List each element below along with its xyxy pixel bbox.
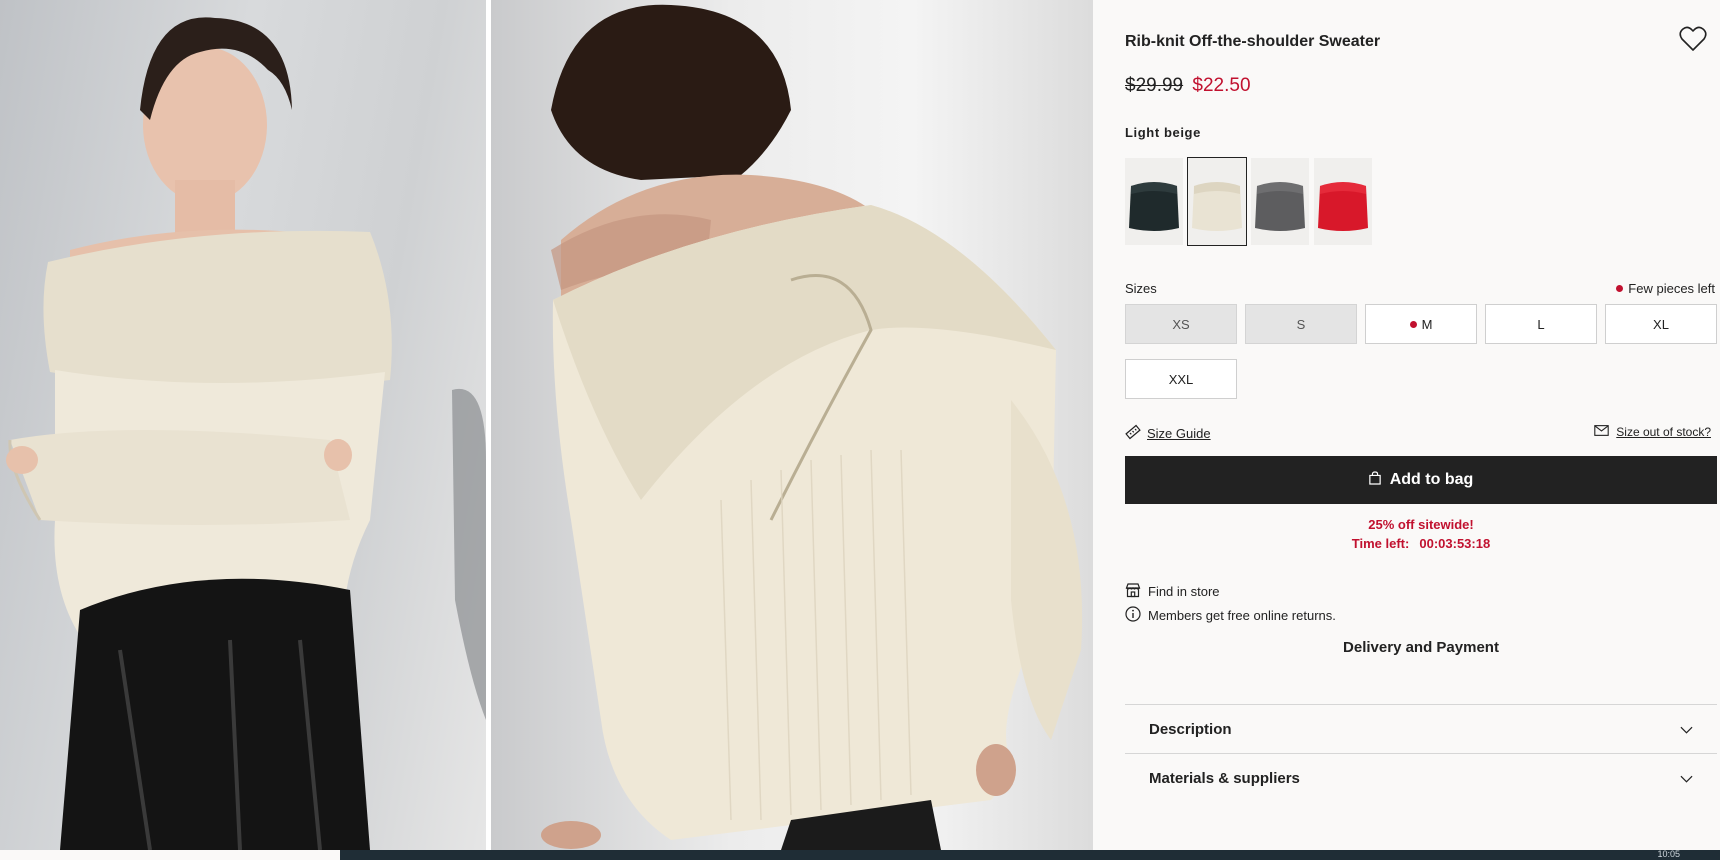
sizes-label: Sizes	[1125, 281, 1157, 296]
size-label: XL	[1653, 316, 1669, 332]
add-to-bag-label: Add to bag	[1389, 471, 1474, 488]
size-out-of-stock-label: Size out of stock?	[1616, 425, 1711, 439]
size-label: M	[1421, 316, 1433, 332]
chevron-down-icon	[1680, 721, 1693, 738]
size-option-l[interactable]: L	[1485, 304, 1597, 344]
add-to-bag-button[interactable]: Add to bag	[1125, 456, 1717, 504]
swatch-light-beige[interactable]	[1187, 157, 1247, 246]
size-option-xxl[interactable]: XXL	[1125, 359, 1237, 399]
size-option-xs[interactable]: XS	[1125, 304, 1237, 344]
swatch-black[interactable]	[1125, 158, 1183, 245]
shopping-bag-icon	[1368, 470, 1381, 490]
heart-icon[interactable]	[1679, 26, 1707, 52]
selected-color-label: Light beige	[1125, 125, 1201, 140]
ruler-icon	[1125, 424, 1141, 443]
size-label: XXL	[1168, 371, 1194, 387]
envelope-icon	[1594, 425, 1610, 439]
size-guide-link[interactable]: Size Guide	[1125, 424, 1211, 443]
size-label: L	[1537, 316, 1545, 332]
original-price: $29.99	[1125, 75, 1184, 96]
size-label: S	[1296, 316, 1306, 332]
accordion-title: Materials & suppliers	[1149, 769, 1300, 787]
product-panel: Rib-knit Off-the-shoulder Sweater $29.99…	[1125, 0, 1717, 850]
countdown-value: 00:03:53:18	[1419, 536, 1491, 551]
size-guide-label: Size Guide	[1147, 426, 1211, 441]
low-stock-dot	[1616, 285, 1624, 292]
stock-note-text: Few pieces left	[1628, 281, 1715, 296]
countdown-label: Time left:	[1351, 536, 1410, 551]
description-accordion[interactable]: Description	[1125, 704, 1717, 753]
returns-note-text: Members get free online returns.	[1148, 608, 1336, 623]
color-swatches	[1125, 157, 1372, 246]
promo-headline: 25% off sitewide!	[1368, 517, 1474, 532]
promo-countdown: Time left: 00:03:53:18	[1125, 534, 1717, 553]
returns-note: Members get free online returns.	[1125, 606, 1336, 625]
bottom-bar: 10:05	[340, 850, 1720, 860]
swatch-dark-grey[interactable]	[1251, 158, 1309, 245]
product-page: Rib-knit Off-the-shoulder Sweater $29.99…	[0, 0, 1720, 860]
info-icon	[1125, 606, 1141, 625]
store-icon	[1125, 582, 1141, 601]
find-in-store-label: Find in store	[1148, 584, 1220, 599]
find-in-store-link[interactable]: Find in store	[1125, 582, 1220, 601]
product-image-back[interactable]	[491, 0, 1093, 850]
accordion-title: Description	[1149, 720, 1232, 738]
model-back-illustration	[541, 4, 1083, 850]
low-stock-dot	[1409, 320, 1417, 328]
sale-price: $22.50	[1192, 75, 1251, 96]
product-gallery	[0, 0, 1093, 850]
model-front-illustration	[6, 17, 486, 850]
promo-banner: 25% off sitewide! Time left: 00:03:53:18	[1125, 515, 1717, 553]
materials-accordion[interactable]: Materials & suppliers	[1125, 753, 1717, 802]
product-image-front[interactable]	[0, 0, 486, 850]
size-option-xl[interactable]: XL	[1605, 304, 1717, 344]
price-block: $29.99 $22.50	[1125, 75, 1251, 97]
swatch-red[interactable]	[1314, 158, 1372, 245]
size-option-s[interactable]: S	[1245, 304, 1357, 344]
product-title: Rib-knit Off-the-shoulder Sweater	[1125, 33, 1381, 50]
size-selector: XS S M L XL XXL	[1125, 304, 1717, 399]
delivery-and-payment-link[interactable]: Delivery and Payment	[1125, 639, 1717, 656]
size-option-m[interactable]: M	[1365, 304, 1477, 344]
size-out-of-stock-link[interactable]: Size out of stock?	[1594, 425, 1711, 439]
chevron-down-icon	[1680, 770, 1693, 787]
size-label: XS	[1172, 316, 1190, 332]
bottom-bar-text: 10:05	[1657, 849, 1680, 859]
stock-note: Few pieces left	[1616, 281, 1715, 296]
